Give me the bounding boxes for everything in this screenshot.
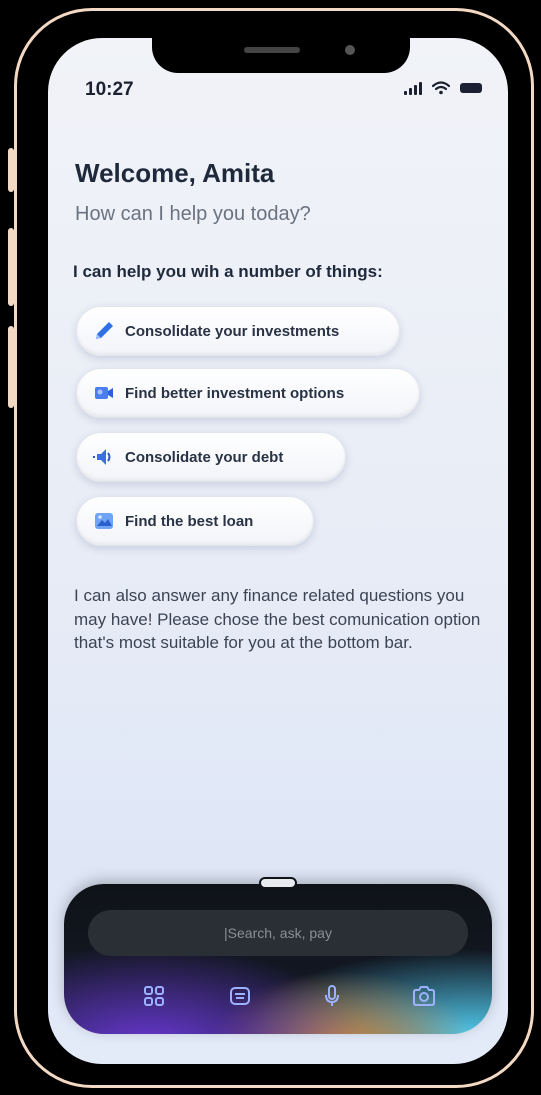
battery-icon [460, 83, 482, 93]
suggestion-label: Find the best loan [125, 512, 254, 530]
welcome-title: Welcome, Amita [75, 158, 275, 188]
video-camera-icon [95, 387, 113, 399]
volume-down-button [8, 326, 14, 408]
bottom-bar-grabber[interactable] [259, 877, 297, 889]
volume-up-button [8, 228, 14, 306]
suggestion-consolidate-investments[interactable]: Consolidate your investments [76, 306, 400, 356]
status-icons [404, 81, 482, 95]
suggestion-consolidate-debt[interactable]: Consolidate your debt [76, 432, 346, 482]
speaker-grille [244, 47, 300, 53]
speaker-icon [93, 449, 111, 465]
suggestions-heading: I can help you wih a number of things: [73, 262, 383, 281]
suggestion-better-investments[interactable]: Find better investment options [76, 368, 420, 418]
keyboard-icon[interactable] [226, 982, 254, 1010]
notch [152, 38, 410, 73]
screen: 10:27 Welcome, Amita How can I help you … [48, 38, 508, 1064]
status-time: 10:27 [85, 79, 134, 100]
search-input[interactable] [88, 910, 468, 956]
camera-icon[interactable] [410, 982, 438, 1010]
bottom-bar [64, 884, 492, 1034]
suggestion-label: Consolidate your debt [125, 448, 284, 466]
info-text: I can also answer any finance related qu… [74, 586, 481, 652]
picture-icon [95, 513, 113, 529]
front-camera [345, 45, 355, 55]
welcome-subtitle: How can I help you today? [75, 203, 311, 225]
microphone-icon[interactable] [318, 982, 346, 1010]
pen-icon [96, 322, 113, 339]
signal-icon [404, 81, 422, 95]
wifi-icon [432, 81, 450, 95]
mute-switch [8, 148, 14, 192]
suggestion-best-loan[interactable]: Find the best loan [76, 496, 314, 546]
suggestion-label: Find better investment options [125, 384, 345, 402]
suggestion-label: Consolidate your investments [125, 322, 340, 340]
apps-grid-icon[interactable] [140, 982, 168, 1010]
